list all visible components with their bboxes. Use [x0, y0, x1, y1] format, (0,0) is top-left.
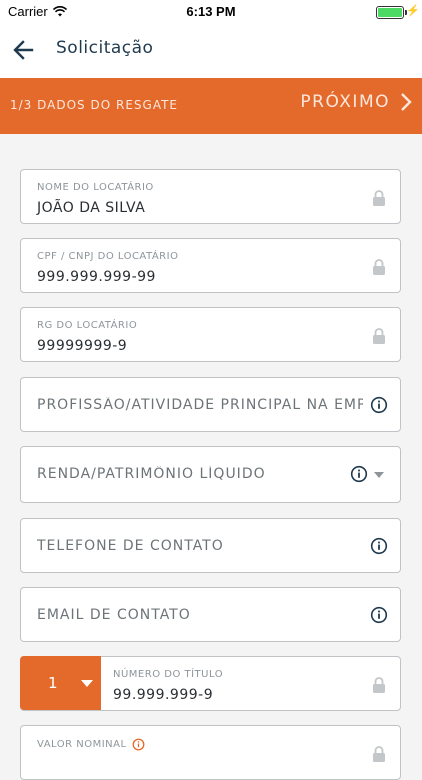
- info-icon[interactable]: [132, 738, 145, 751]
- profession-placeholder: PROFISSÃO/ATIVIDADE PRINCIPAL NA EMPRESA: [37, 397, 363, 413]
- chevron-right-icon: [401, 93, 412, 111]
- title-count-select[interactable]: 1: [20, 656, 101, 710]
- phone-placeholder: TELEFONE DE CONTATO: [37, 538, 224, 554]
- back-arrow-icon[interactable]: [10, 36, 38, 64]
- nominal-value-label: VALOR NOMINAL: [37, 738, 145, 751]
- step-label: 1/3 DADOS DO RESGATE: [10, 98, 179, 112]
- lock-icon: [373, 746, 385, 762]
- page-title: Solicitação: [56, 38, 154, 58]
- next-button[interactable]: PRÓXIMO: [300, 92, 412, 112]
- status-time: 6:13 PM: [186, 4, 236, 19]
- email-input[interactable]: EMAIL DE CONTATO: [20, 587, 401, 642]
- tenant-name-label: NOME DO LOCATÁRIO: [37, 182, 154, 193]
- status-bar: Carrier 6:13 PM ⚡: [0, 0, 422, 22]
- navigation-bar: Solicitação: [0, 22, 422, 79]
- title-number-label: NÚMERO DO TÍTULO: [113, 669, 224, 680]
- info-icon[interactable]: [350, 465, 368, 483]
- phone-input[interactable]: TELEFONE DE CONTATO: [20, 518, 401, 573]
- income-select[interactable]: RENDA/PATRIMÔNIO LÍQUIDO: [20, 446, 401, 503]
- lock-icon: [373, 677, 385, 693]
- tenant-cpf-label: CPF / CNPJ DO LOCATÁRIO: [37, 251, 179, 262]
- charging-icon: ⚡: [406, 5, 420, 17]
- chevron-down-icon[interactable]: [374, 472, 384, 478]
- profession-input[interactable]: PROFISSÃO/ATIVIDADE PRINCIPAL NA EMPRESA: [20, 377, 401, 432]
- info-icon[interactable]: [370, 537, 388, 555]
- battery-icon: [376, 6, 407, 19]
- tenant-cpf-field: CPF / CNPJ DO LOCATÁRIO 999.999.999-99: [20, 238, 401, 293]
- lock-icon: [373, 190, 385, 206]
- email-placeholder: EMAIL DE CONTATO: [37, 607, 191, 623]
- tenant-rg-field: RG DO LOCATÁRIO 99999999-9: [20, 307, 401, 362]
- info-icon[interactable]: [370, 606, 388, 624]
- title-count-value: 1: [48, 674, 58, 692]
- lock-icon: [373, 328, 385, 344]
- nominal-value-field: VALOR NOMINAL: [20, 725, 401, 780]
- next-button-label: PRÓXIMO: [300, 92, 390, 112]
- step-bar: 1/3 DADOS DO RESGATE PRÓXIMO: [0, 78, 422, 134]
- tenant-rg-value: 99999999-9: [37, 338, 128, 354]
- info-icon[interactable]: [370, 396, 388, 414]
- nominal-value-label-text: VALOR NOMINAL: [37, 739, 127, 750]
- income-placeholder: RENDA/PATRIMÔNIO LÍQUIDO: [37, 466, 266, 482]
- title-number-value: 99.999.999-9: [113, 687, 214, 703]
- tenant-rg-label: RG DO LOCATÁRIO: [37, 320, 138, 331]
- tenant-name-field: NOME DO LOCATÁRIO JOÃO DA SILVA: [20, 169, 401, 224]
- lock-icon: [373, 259, 385, 275]
- tenant-cpf-value: 999.999.999-99: [37, 269, 156, 285]
- tenant-name-value: JOÃO DA SILVA: [37, 200, 146, 216]
- chevron-down-icon: [81, 680, 93, 687]
